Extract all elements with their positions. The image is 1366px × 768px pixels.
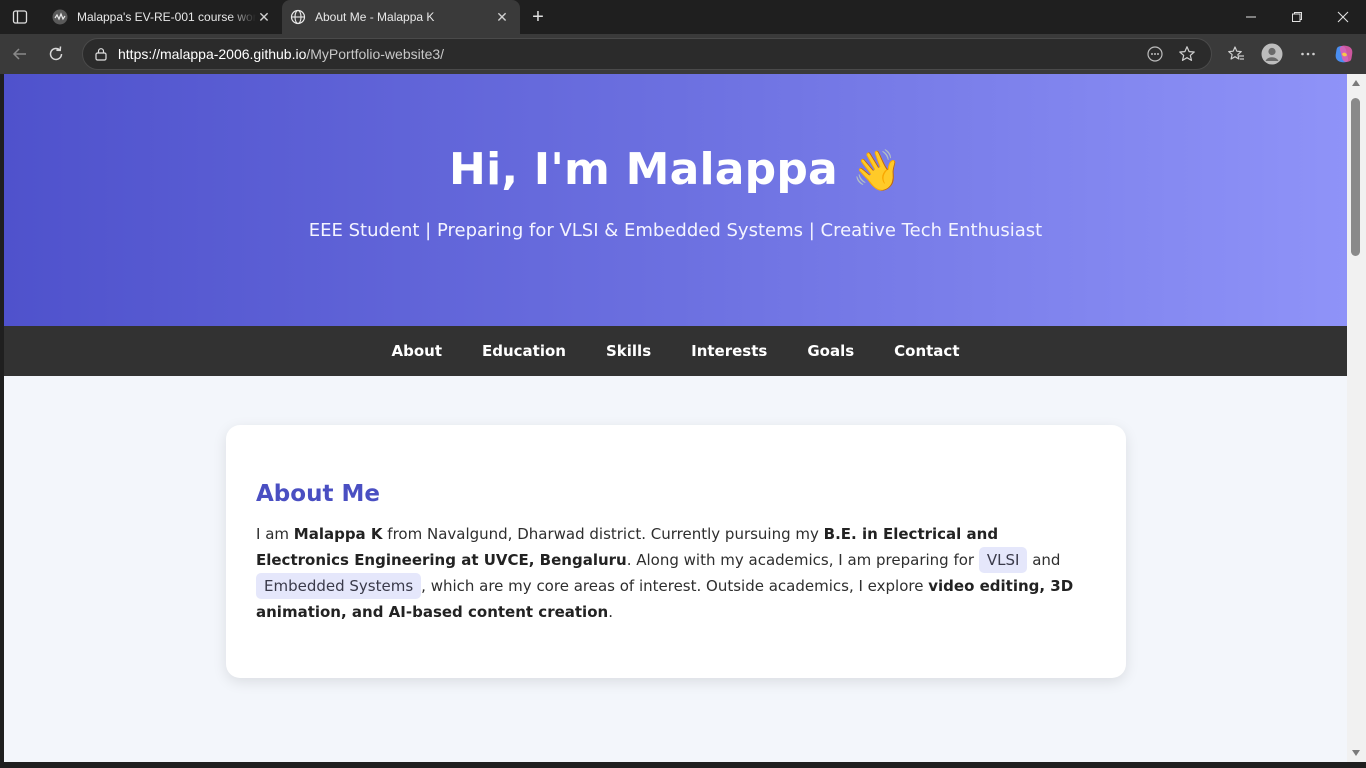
main-navigation: About Education Skills Interests Goals C… [4, 326, 1347, 376]
copilot-icon[interactable] [1326, 36, 1362, 72]
globe-icon [290, 9, 306, 25]
favorites-icon[interactable] [1218, 36, 1254, 72]
url-host: https://malappa-2006.github.io [118, 46, 307, 62]
window-bottom-edge [0, 762, 1366, 768]
about-text: . [608, 603, 613, 621]
reading-mode-icon[interactable] [1139, 40, 1171, 68]
about-text: , which are my core areas of interest. O… [421, 577, 929, 595]
minimize-icon[interactable] [1228, 0, 1274, 34]
scrollbar-thumb[interactable] [1351, 98, 1360, 256]
tab-course-work[interactable]: Malappa's EV-RE-001 course work ✕ [44, 0, 282, 34]
waving-hand-emoji: 👋 [851, 148, 902, 194]
about-name: Malappa K [293, 525, 383, 543]
refresh-icon[interactable] [38, 36, 74, 72]
page-scrollbar[interactable] [1347, 74, 1366, 762]
about-text: from Navalgund, Dharwad district. Curren… [382, 525, 824, 543]
about-text: and [1027, 551, 1061, 569]
scroll-up-arrow-icon[interactable] [1352, 80, 1360, 86]
restore-icon[interactable] [1274, 0, 1320, 34]
star-favorite-icon[interactable] [1171, 40, 1203, 68]
close-tab-icon[interactable]: ✕ [256, 9, 272, 25]
tab-title: Malappa's EV-RE-001 course work [77, 10, 256, 24]
tab-about-me[interactable]: About Me - Malappa K ✕ [282, 0, 520, 34]
scroll-down-arrow-icon[interactable] [1352, 750, 1360, 756]
nav-link-interests[interactable]: Interests [691, 342, 767, 360]
url-path: /MyPortfolio-website3/ [306, 46, 445, 62]
back-arrow-icon[interactable] [2, 36, 38, 72]
about-text: I am [256, 525, 294, 543]
window-controls [1228, 0, 1366, 34]
hero-header: Hi, I'm Malappa 👋 EEE Student | Preparing… [4, 74, 1347, 326]
new-tab-button[interactable]: + [520, 0, 556, 34]
tab-title: About Me - Malappa K [315, 10, 435, 24]
about-heading: About Me [256, 481, 380, 507]
nav-link-skills[interactable]: Skills [606, 342, 651, 360]
waveform-icon [52, 9, 68, 25]
tag-embedded-systems: Embedded Systems [256, 573, 422, 599]
more-options-icon[interactable] [1290, 36, 1326, 72]
browser-toolbar: https://malappa-2006.github.io/MyPortfol… [0, 34, 1366, 74]
profile-avatar-icon[interactable] [1254, 36, 1290, 72]
about-paragraph: I am Malappa K from Navalgund, Dharwad d… [256, 521, 1096, 625]
nav-link-about[interactable]: About [391, 342, 442, 360]
site-info-icon[interactable] [93, 46, 109, 62]
close-window-icon[interactable] [1320, 0, 1366, 34]
nav-link-goals[interactable]: Goals [807, 342, 854, 360]
url-text[interactable]: https://malappa-2006.github.io/MyPortfol… [118, 46, 1139, 62]
browser-titlebar: Malappa's EV-RE-001 course work ✕ About … [0, 0, 1366, 34]
about-me-card: About Me I am Malappa K from Navalgund, … [226, 425, 1126, 678]
close-tab-icon[interactable]: ✕ [494, 9, 510, 25]
hero-title-text: Hi, I'm Malappa [449, 144, 838, 195]
tag-vlsi: VLSI [978, 547, 1028, 573]
address-bar[interactable]: https://malappa-2006.github.io/MyPortfol… [82, 38, 1212, 70]
hero-subtitle: EEE Student | Preparing for VLSI & Embed… [308, 220, 1043, 241]
nav-link-education[interactable]: Education [482, 342, 566, 360]
about-text: . Along with my academics, I am preparin… [626, 551, 979, 569]
page-viewport: Hi, I'm Malappa 👋 EEE Student | Preparing… [4, 74, 1347, 762]
sidebar-toggle-icon[interactable] [0, 0, 40, 34]
hero-title: Hi, I'm Malappa 👋 [4, 144, 1347, 195]
nav-link-contact[interactable]: Contact [894, 342, 959, 360]
